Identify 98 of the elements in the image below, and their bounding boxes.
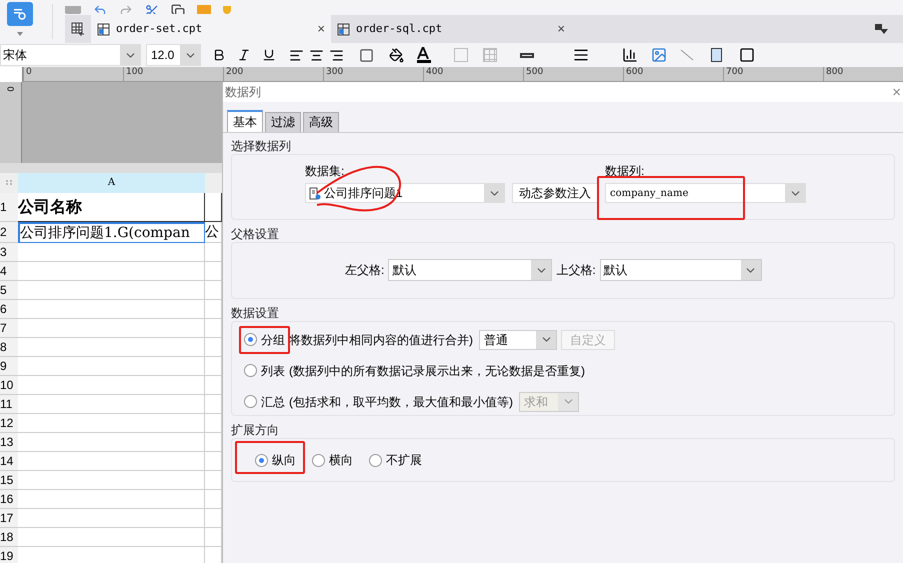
slash-icon[interactable] bbox=[680, 49, 694, 61]
option-label[interactable]: 纵向 bbox=[272, 451, 296, 469]
chevron-icon bbox=[536, 330, 556, 348]
report-app-icon[interactable] bbox=[7, 2, 33, 26]
chevron-icon bbox=[785, 184, 805, 202]
row-number[interactable]: 15 bbox=[0, 471, 18, 490]
option-label[interactable]: 不扩展 bbox=[386, 451, 422, 469]
option-label[interactable]: 汇总 bbox=[261, 392, 285, 410]
font-size-select[interactable]: 12.0 bbox=[146, 44, 201, 66]
option-description: 将数据列中相同内容的值进行合并) bbox=[289, 332, 473, 348]
chevron-icon bbox=[484, 184, 504, 202]
row-number[interactable]: 3 bbox=[0, 243, 18, 262]
radio-button[interactable] bbox=[312, 454, 325, 466]
column-header[interactable]: A bbox=[18, 173, 205, 193]
row-number[interactable]: 16 bbox=[0, 490, 18, 509]
dropdown-arrow-icon[interactable] bbox=[17, 32, 23, 36]
radio-button[interactable] bbox=[244, 364, 257, 377]
row-number[interactable]: 8 bbox=[0, 338, 18, 357]
row-number[interactable]: 10 bbox=[0, 376, 18, 395]
report-file-icon bbox=[337, 22, 350, 36]
table-cell: 公司名称 bbox=[18, 193, 205, 222]
border-icon[interactable] bbox=[359, 48, 374, 62]
section-title: 扩展方向 bbox=[230, 422, 280, 438]
window-title: 数据列 bbox=[225, 84, 261, 101]
table-cell: 公司排序问题1.G(compan bbox=[18, 222, 205, 243]
field-label: 上父格: bbox=[556, 262, 596, 279]
italic-icon[interactable] bbox=[237, 48, 251, 62]
row-number[interactable]: 18 bbox=[0, 528, 18, 547]
undo-icon[interactable] bbox=[93, 4, 107, 14]
font-color-icon[interactable] bbox=[417, 47, 431, 63]
text-field-icon[interactable] bbox=[520, 52, 534, 58]
split-cells-icon[interactable] bbox=[483, 48, 497, 62]
row-number[interactable]: 5 bbox=[0, 281, 18, 300]
dropdown-menu-icon[interactable] bbox=[875, 23, 889, 35]
row-number[interactable]: 9 bbox=[0, 357, 18, 376]
section-title: 父格设置 bbox=[230, 226, 280, 242]
column-select[interactable]: company_name bbox=[605, 183, 806, 203]
left-parent-select[interactable]: 默认 bbox=[388, 259, 552, 281]
option-label[interactable]: 分组 bbox=[261, 330, 285, 348]
paragraph-icon[interactable] bbox=[573, 47, 589, 63]
section-title: 数据设置 bbox=[230, 305, 280, 321]
dialog-tab[interactable]: 高级 bbox=[303, 112, 339, 132]
radio-button[interactable] bbox=[255, 454, 268, 466]
chevron-icon bbox=[531, 260, 552, 280]
align-left-icon[interactable] bbox=[289, 48, 304, 62]
option-description: (数据列中的所有数据记录展示出来，无论数据是否重复) bbox=[289, 362, 585, 380]
align-center-icon[interactable] bbox=[309, 48, 324, 62]
row-number[interactable]: 17 bbox=[0, 509, 18, 528]
radio-button[interactable] bbox=[244, 395, 257, 408]
close-tab-button[interactable]: × bbox=[317, 19, 331, 39]
top-parent-select[interactable]: 默认 bbox=[600, 259, 762, 281]
row-number[interactable]: 1 bbox=[0, 193, 18, 222]
row-number[interactable]: 13 bbox=[0, 433, 18, 452]
vertical-ruler-label: 0 bbox=[6, 86, 16, 92]
underline-icon[interactable] bbox=[262, 48, 276, 62]
dialog-tab[interactable]: 过滤 bbox=[265, 112, 301, 132]
font-select[interactable]: 宋体 bbox=[0, 44, 141, 66]
merge-cells-icon[interactable] bbox=[454, 48, 468, 62]
row-number[interactable]: 6 bbox=[0, 300, 18, 319]
aggregate-select[interactable]: 普通 bbox=[479, 330, 557, 350]
section-title: 选择数据列 bbox=[230, 138, 292, 154]
radio-button[interactable] bbox=[369, 454, 382, 466]
chevron-icon bbox=[120, 45, 140, 65]
row-number[interactable]: 14 bbox=[0, 452, 18, 471]
row-number[interactable]: 2 bbox=[0, 222, 18, 243]
option-description: (包括求和，取平均数，最大值和最小值等) bbox=[289, 394, 513, 410]
field-label: 左父格: bbox=[345, 262, 384, 279]
report-file-icon bbox=[97, 22, 110, 36]
database-icon bbox=[309, 186, 321, 200]
bold-icon[interactable] bbox=[212, 48, 226, 62]
row-number[interactable]: 12 bbox=[0, 414, 18, 433]
subreport-icon[interactable] bbox=[711, 48, 722, 62]
bar-chart-icon[interactable] bbox=[622, 47, 638, 63]
copy-icon[interactable] bbox=[171, 4, 185, 14]
horizontal-ruler: 0 100 200 300 400 500 600 700 800 bbox=[22, 67, 903, 82]
close-tab-button[interactable]: × bbox=[557, 19, 571, 39]
inject-parameter-button[interactable]: 动态参数注入 bbox=[512, 183, 598, 203]
chevron-icon bbox=[180, 45, 200, 65]
grip-dots-icon bbox=[6, 180, 12, 186]
cut-icon[interactable] bbox=[145, 4, 159, 14]
chevron-icon bbox=[740, 260, 761, 280]
chevron-icon bbox=[558, 392, 578, 410]
row-number[interactable]: 4 bbox=[0, 262, 18, 281]
row-number[interactable]: 11 bbox=[0, 395, 18, 414]
close-button[interactable]: × bbox=[892, 84, 901, 100]
row-number[interactable]: 19 bbox=[0, 547, 18, 563]
row-number[interactable]: 7 bbox=[0, 319, 18, 338]
field-label: 数据集: bbox=[305, 163, 346, 180]
file-tab[interactable]: order-set.cpt × bbox=[91, 15, 331, 43]
radio-button[interactable] bbox=[244, 333, 257, 346]
fill-color-icon[interactable] bbox=[389, 48, 404, 62]
option-label[interactable]: 列表 bbox=[261, 362, 285, 380]
option-label[interactable]: 横向 bbox=[329, 451, 353, 469]
align-right-icon[interactable] bbox=[329, 48, 344, 62]
field-label: 数据列: bbox=[605, 163, 646, 180]
image-icon[interactable] bbox=[651, 47, 667, 63]
dialog-tab[interactable]: 基本 bbox=[227, 110, 263, 132]
border-frame-icon[interactable] bbox=[739, 47, 755, 63]
